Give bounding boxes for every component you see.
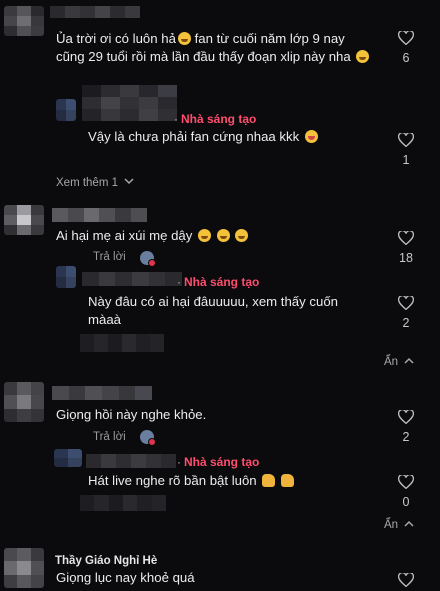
like-count: 18 (399, 251, 413, 265)
chevron-up-icon (404, 520, 414, 527)
like-button[interactable]: 2 (394, 296, 418, 330)
chevron-down-icon (124, 178, 134, 185)
reply-button[interactable]: Trả lời (93, 431, 126, 443)
like-button[interactable]: 2 (394, 410, 418, 444)
reply-button[interactable]: Trả lời (93, 251, 126, 263)
like-count: 2 (402, 430, 410, 444)
like-button[interactable]: 1 (394, 133, 418, 167)
like-button[interactable]: 0 (394, 475, 418, 509)
heart-outline-icon (398, 31, 414, 45)
comment-text: Ủa trời ơi có luôn hả fan từ cuối năm lớ… (56, 30, 376, 66)
tongue-emoji-icon (304, 130, 318, 143)
heart-outline-icon (398, 475, 414, 489)
heart-outline-icon (398, 573, 414, 587)
pixelated-area (80, 334, 164, 352)
replier-avatar[interactable] (54, 449, 82, 467)
like-count: 1 (402, 153, 410, 167)
username-pixelated[interactable] (50, 6, 140, 18)
username-pixelated[interactable] (52, 386, 152, 400)
hide-replies-button[interactable]: Ẩn (384, 519, 414, 531)
creator-liked-avatar-icon (140, 251, 156, 267)
heart-outline-icon (398, 231, 414, 245)
like-button[interactable]: 6 (394, 31, 418, 65)
like-button[interactable]: 18 (394, 231, 418, 265)
username-pixelated[interactable] (52, 208, 147, 222)
like-count: 2 (402, 316, 410, 330)
commenter-avatar[interactable] (4, 382, 44, 422)
heart-outline-icon (398, 410, 414, 424)
clapping-hands-emoji-icon (280, 474, 294, 487)
laughing-emoji-icon (235, 229, 249, 242)
like-count: 6 (402, 51, 410, 65)
creator-liked-avatar-icon (140, 430, 156, 446)
comment-text: Giọng lục nay khoẻ quá (56, 570, 195, 585)
creator-badge: · Nhà sáng tạo (177, 455, 260, 469)
comment-text: Ai hại mẹ ai xúi mẹ dậy (56, 227, 376, 245)
commenter-avatar[interactable] (4, 6, 44, 36)
hide-replies-button[interactable]: Ẩn (384, 356, 414, 368)
reply-text: Hát live nghe rõ bần bật luôn (88, 472, 378, 490)
laughing-emoji-icon (216, 229, 230, 242)
commenter-avatar[interactable] (4, 548, 44, 588)
grinning-emoji-icon (177, 32, 191, 45)
commenter-name[interactable]: Thầy Giáo Nghỉ Hè (55, 555, 157, 567)
view-more-replies[interactable]: Xem thêm 1 (56, 177, 134, 189)
chevron-up-icon (404, 357, 414, 364)
clapping-hands-emoji-icon (262, 474, 276, 487)
heart-outline-icon (398, 296, 414, 310)
replier-avatar[interactable] (56, 266, 76, 288)
like-button[interactable] (394, 573, 418, 587)
grinning-emoji-icon (356, 50, 370, 63)
pixelated-area (80, 495, 166, 511)
laughing-emoji-icon (198, 229, 212, 242)
comment-text: Giọng hồi này nghe khỏe. (56, 407, 207, 422)
username-pixelated[interactable] (82, 272, 182, 286)
reply-text: Này đâu có ai hại đâuuuuu, xem thấy cuốn… (88, 294, 338, 327)
username-pixelated[interactable] (82, 85, 177, 121)
like-count: 0 (402, 495, 410, 509)
creator-badge: · Nhà sáng tạo (177, 275, 260, 289)
commenter-avatar[interactable] (4, 205, 44, 235)
replier-avatar[interactable] (56, 99, 76, 121)
heart-outline-icon (398, 133, 414, 147)
reply-text: Vậy là chưa phải fan cứng nhaa kkk (88, 128, 378, 146)
username-pixelated[interactable] (86, 454, 176, 468)
creator-badge: · Nhà sáng tạo (174, 112, 257, 126)
